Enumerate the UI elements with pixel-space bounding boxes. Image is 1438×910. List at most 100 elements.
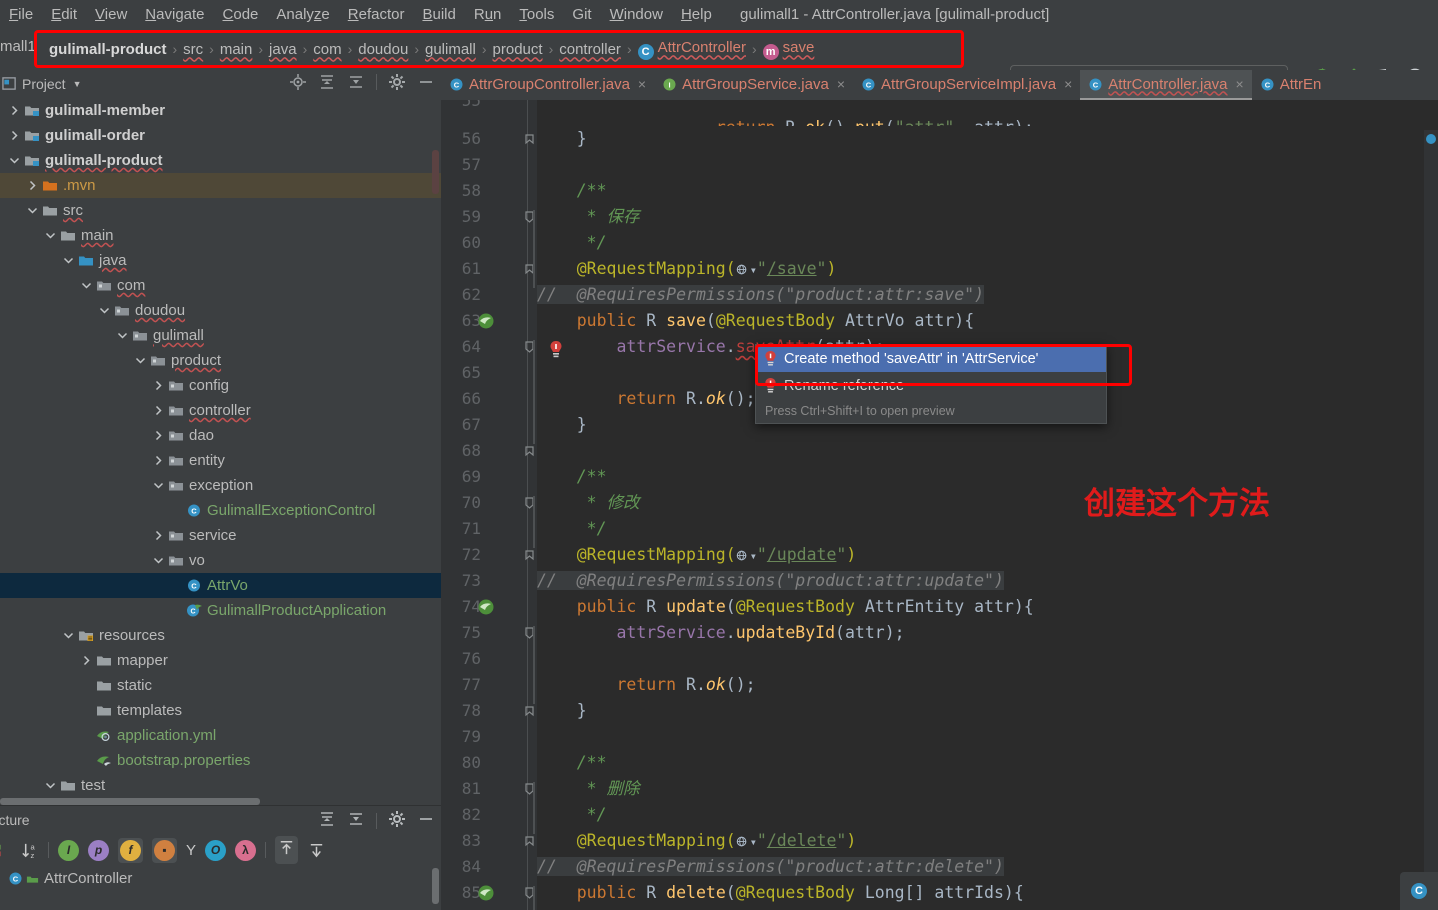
chevron-right-icon[interactable]	[8, 104, 21, 117]
chevron-right-icon[interactable]	[8, 129, 21, 142]
close-icon[interactable]: ×	[1236, 76, 1244, 92]
close-icon[interactable]: ×	[837, 76, 845, 92]
tree-node-static[interactable]: static	[0, 673, 441, 698]
tree-node-gulimallexceptioncontrol[interactable]: C GulimallExceptionControl	[0, 498, 441, 523]
fold-marker[interactable]	[523, 444, 536, 457]
menu-code[interactable]: Code	[214, 4, 268, 25]
menu-file[interactable]: File	[0, 4, 42, 25]
collapse-all-icon[interactable]	[347, 810, 365, 831]
minimize-icon[interactable]	[417, 810, 435, 831]
chevron-down-icon[interactable]	[26, 204, 39, 217]
fold-marker[interactable]	[523, 834, 536, 847]
tree-node-gulimall-member[interactable]: gulimall-member	[0, 98, 441, 123]
project-horizontal-scrollbar[interactable]	[0, 798, 260, 805]
structure-scrollbar[interactable]	[432, 868, 439, 904]
web-mapping-icon[interactable]	[736, 830, 750, 847]
editor-tab-attrgroupservice-java[interactable]: I AttrGroupService.java ×	[654, 70, 853, 100]
tree-node-config[interactable]: config	[0, 373, 441, 398]
chevron-down-icon[interactable]	[62, 629, 75, 642]
menu-build[interactable]: Build	[413, 4, 464, 25]
show-lambdas-icon[interactable]: λ	[235, 839, 257, 861]
web-mapping-icon[interactable]	[736, 544, 750, 561]
fold-marker[interactable]	[523, 548, 536, 561]
breadcrumb-item-product[interactable]: product	[488, 41, 548, 58]
chevron-right-icon[interactable]	[152, 404, 165, 417]
tree-node-exception[interactable]: exception	[0, 473, 441, 498]
show-anonymous-icon[interactable]: Y	[186, 842, 196, 859]
editor-tab-attrgroupserviceimpl-java[interactable]: C AttrGroupServiceImpl.java ×	[853, 70, 1080, 100]
tree-node-java[interactable]: java	[0, 248, 441, 273]
close-icon[interactable]: ×	[1064, 76, 1072, 92]
chevron-down-icon[interactable]	[116, 329, 129, 342]
show-fields-button[interactable]: f	[118, 837, 143, 863]
editor-tab-attrgroupcontroller-java[interactable]: C AttrGroupController.java ×	[441, 70, 654, 100]
breadcrumb-item-gulimall[interactable]: gulimall	[420, 41, 481, 58]
chevron-down-icon[interactable]	[152, 554, 165, 567]
editor-tab-bar[interactable]: C AttrGroupController.java × I AttrGroupServ…	[441, 70, 1438, 100]
close-icon[interactable]: ×	[638, 76, 646, 92]
tree-node--mvn[interactable]: .mvn	[0, 173, 441, 198]
breadcrumb-item-controller[interactable]: controller	[554, 41, 626, 58]
menu-analyze[interactable]: Analyze	[267, 4, 338, 25]
chevron-down-icon[interactable]	[98, 304, 111, 317]
sort-by-visibility-icon[interactable]	[0, 841, 11, 860]
structure-tree[interactable]: C AttrController	[0, 866, 441, 910]
fold-marker[interactable]	[523, 704, 536, 717]
code-text-area[interactable]: return R.ok().put("attr", attr); } /** *…	[537, 100, 1438, 910]
structure-row[interactable]: C AttrController	[0, 866, 441, 891]
menu-view[interactable]: View	[86, 4, 136, 25]
chevron-down-icon[interactable]: ▼	[73, 79, 82, 89]
chevron-down-icon[interactable]	[62, 254, 75, 267]
menu-tools[interactable]: Tools	[510, 4, 563, 25]
chevron-down-icon[interactable]	[152, 479, 165, 492]
tree-node-entity[interactable]: entity	[0, 448, 441, 473]
code-editor[interactable]: 55 56 57 58 59 60 61 62 63 64 65 66 67 68 69 70 71 72 73 74…	[441, 100, 1438, 910]
chevron-right-icon[interactable]	[152, 454, 165, 467]
expand-tree-button[interactable]	[275, 836, 299, 864]
chevron-down-icon[interactable]	[44, 779, 57, 792]
menu-help[interactable]: Help	[672, 4, 721, 25]
tree-node-service[interactable]: service	[0, 523, 441, 548]
gear-icon[interactable]	[388, 73, 406, 91]
tree-node-doudou[interactable]: doudou	[0, 298, 441, 323]
chevron-right-icon[interactable]	[152, 379, 165, 392]
tree-node-dao[interactable]: dao	[0, 423, 441, 448]
tree-node-mapper[interactable]: mapper	[0, 648, 441, 673]
minimize-icon[interactable]	[417, 73, 435, 91]
tree-node-vo[interactable]: vo	[0, 548, 441, 573]
editor-status-chip[interactable]: C	[1400, 872, 1438, 910]
breadcrumb-item-attrcontroller[interactable]: C AttrController	[633, 39, 751, 60]
chevron-down-icon[interactable]	[44, 229, 57, 242]
breadcrumb-item-gulimall-product[interactable]: gulimall-product	[44, 41, 172, 58]
tree-node-controller[interactable]: controller	[0, 398, 441, 423]
quick-fix-popup[interactable]: Create method 'saveAttr' in 'AttrService…	[755, 344, 1107, 424]
locate-icon[interactable]	[289, 73, 307, 91]
expand-all-icon[interactable]	[318, 73, 336, 91]
show-properties-icon[interactable]: p	[88, 839, 109, 861]
breadcrumb-item-src[interactable]: src	[178, 41, 208, 58]
breadcrumb-item-main[interactable]: main	[215, 41, 258, 58]
editor-tab-attren[interactable]: C AttrEn	[1252, 70, 1330, 100]
breadcrumb-item-com[interactable]: com	[308, 41, 346, 58]
chevron-right-icon[interactable]	[152, 429, 165, 442]
spring-bean-gutter-icon[interactable]	[477, 598, 495, 616]
breadcrumb-item-java[interactable]: java	[264, 41, 302, 58]
tree-node-test[interactable]: test	[0, 773, 441, 798]
error-stripe-marker-bar[interactable]	[1424, 130, 1438, 910]
web-mapping-icon[interactable]	[736, 258, 750, 275]
tree-node-gulimall-product[interactable]: gulimall-product	[0, 148, 441, 173]
chevron-right-icon[interactable]	[80, 654, 93, 667]
tree-node-gulimall-order[interactable]: gulimall-order	[0, 123, 441, 148]
fold-marker[interactable]	[523, 132, 536, 145]
sort-alphabetically-icon[interactable]: a z	[20, 841, 39, 860]
menu-refactor[interactable]: Refactor	[339, 4, 414, 25]
spring-bean-gutter-icon[interactable]	[477, 884, 495, 902]
quickfix-item-create-method[interactable]: Create method 'saveAttr' in 'AttrService…	[756, 345, 1106, 372]
project-tree[interactable]: gulimall-member gulimall-order gulimall-pr…	[0, 98, 441, 805]
tree-node-product[interactable]: product	[0, 348, 441, 373]
tree-node-src[interactable]: src	[0, 198, 441, 223]
tree-node-gulimall[interactable]: gulimall	[0, 323, 441, 348]
menu-run[interactable]: Run	[465, 4, 511, 25]
chevron-down-icon[interactable]	[134, 354, 147, 367]
tree-node-resources[interactable]: resources	[0, 623, 441, 648]
